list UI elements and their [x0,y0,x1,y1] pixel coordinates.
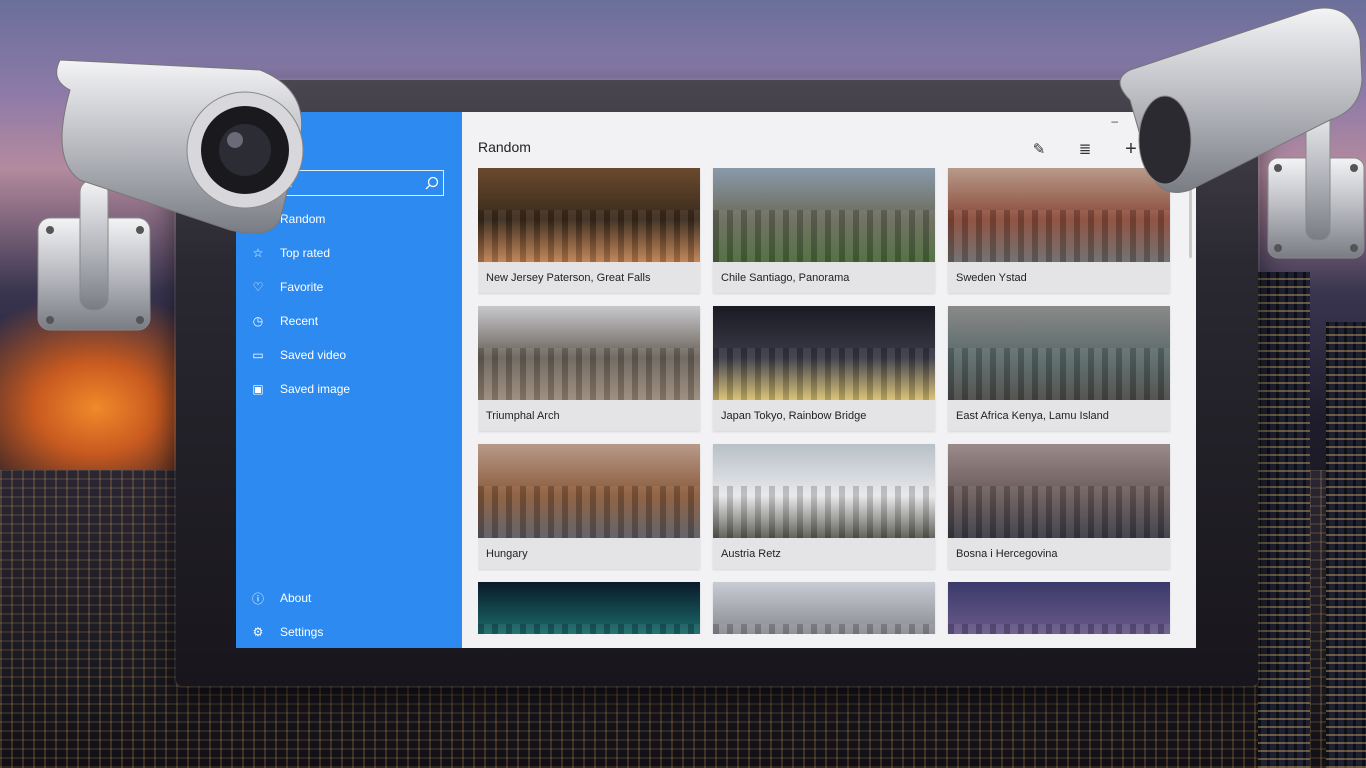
camera-thumbnail [713,168,935,262]
thumbnail-texture [713,348,935,400]
camera-card[interactable]: East Africa Kenya, Lamu Island [948,306,1170,431]
camera-thumbnail [713,444,935,538]
camera-thumbnail [478,306,700,400]
nav-item-saved-image[interactable]: ▣ Saved image [236,372,462,406]
camera-thumbnail [948,444,1170,538]
camera-thumbnail [713,306,935,400]
nav-item-label: Settings [280,625,324,639]
search-icon[interactable] [421,172,443,194]
info-icon: ⓘ [251,591,264,606]
thumbnail-texture [948,624,1170,634]
nav-item-label: About [280,591,312,605]
thumbnail-texture [713,210,935,262]
camera-caption: Chile Santiago, Panorama [721,271,850,284]
thumbnail-texture [478,624,700,634]
sidebar-bottom: ⓘ About ⚙ Settings [236,581,462,648]
camera-card[interactable]: Chile Santiago, Panorama [713,168,935,293]
background-tower [1326,322,1366,768]
nav-item-settings[interactable]: ⚙ Settings [236,615,462,648]
camera-thumbnail [713,582,935,634]
main-content: – Random ✎ ≣ + New Jersey Paterson, Grea… [462,112,1196,648]
thumbnail-texture [948,486,1170,538]
camera-card[interactable]: Triumphal Arch [478,306,700,431]
camera-card[interactable] [713,582,935,634]
camera-caption: Hungary [486,547,528,560]
thumbnail-texture [948,348,1170,400]
camera-card[interactable]: Bosna i Hercegovina [948,444,1170,569]
nav-item-label: Saved video [280,348,347,362]
camera-card[interactable] [948,582,1170,634]
camera-caption: Bosna i Hercegovina [956,547,1058,560]
camera-card[interactable]: Japan Tokyo, Rainbow Bridge [713,306,935,431]
security-camera-left-icon [37,59,304,331]
nav-item-about[interactable]: ⓘ About [236,581,462,615]
camera-caption: East Africa Kenya, Lamu Island [956,409,1109,422]
sort-list-icon[interactable]: ≣ [1072,138,1098,160]
camera-grid: New Jersey Paterson, Great Falls Chile Sa… [478,168,1172,634]
thumbnail-texture [478,348,700,400]
thumbnail-texture [713,624,935,634]
nav-item-label: Saved image [280,382,351,396]
camera-thumbnail [478,444,700,538]
camera-thumbnail [478,168,700,262]
camera-card[interactable]: New Jersey Paterson, Great Falls [478,168,700,293]
camera-caption: Sweden Ystad [956,271,1027,284]
camera-thumbnail [948,582,1170,634]
camera-card[interactable] [478,582,700,634]
background-tower [1258,272,1310,768]
camera-thumbnail [478,582,700,634]
camera-caption: Austria Retz [721,547,781,560]
image-icon: ▣ [252,382,264,396]
camera-caption: New Jersey Paterson, Great Falls [486,271,651,284]
camera-card[interactable]: Hungary [478,444,700,569]
pen-icon[interactable]: ✎ [1026,138,1052,160]
camera-thumbnail [948,306,1170,400]
camera-caption: Triumphal Arch [486,409,560,422]
page-title: Random [478,139,531,155]
thumbnail-texture [478,486,700,538]
security-camera-right-icon [1119,7,1365,259]
camera-card[interactable]: Austria Retz [713,444,935,569]
thumbnail-texture [478,210,700,262]
thumbnail-texture [713,486,935,538]
app-window: arch ≡ Random ☆ Top rated ♡ Favorite ◷ R… [236,112,1196,648]
nav-item-saved-video[interactable]: ▭ Saved video [236,338,462,372]
camera-caption: Japan Tokyo, Rainbow Bridge [721,409,867,422]
video-icon: ▭ [252,348,264,362]
gear-icon: ⚙ [252,625,264,639]
